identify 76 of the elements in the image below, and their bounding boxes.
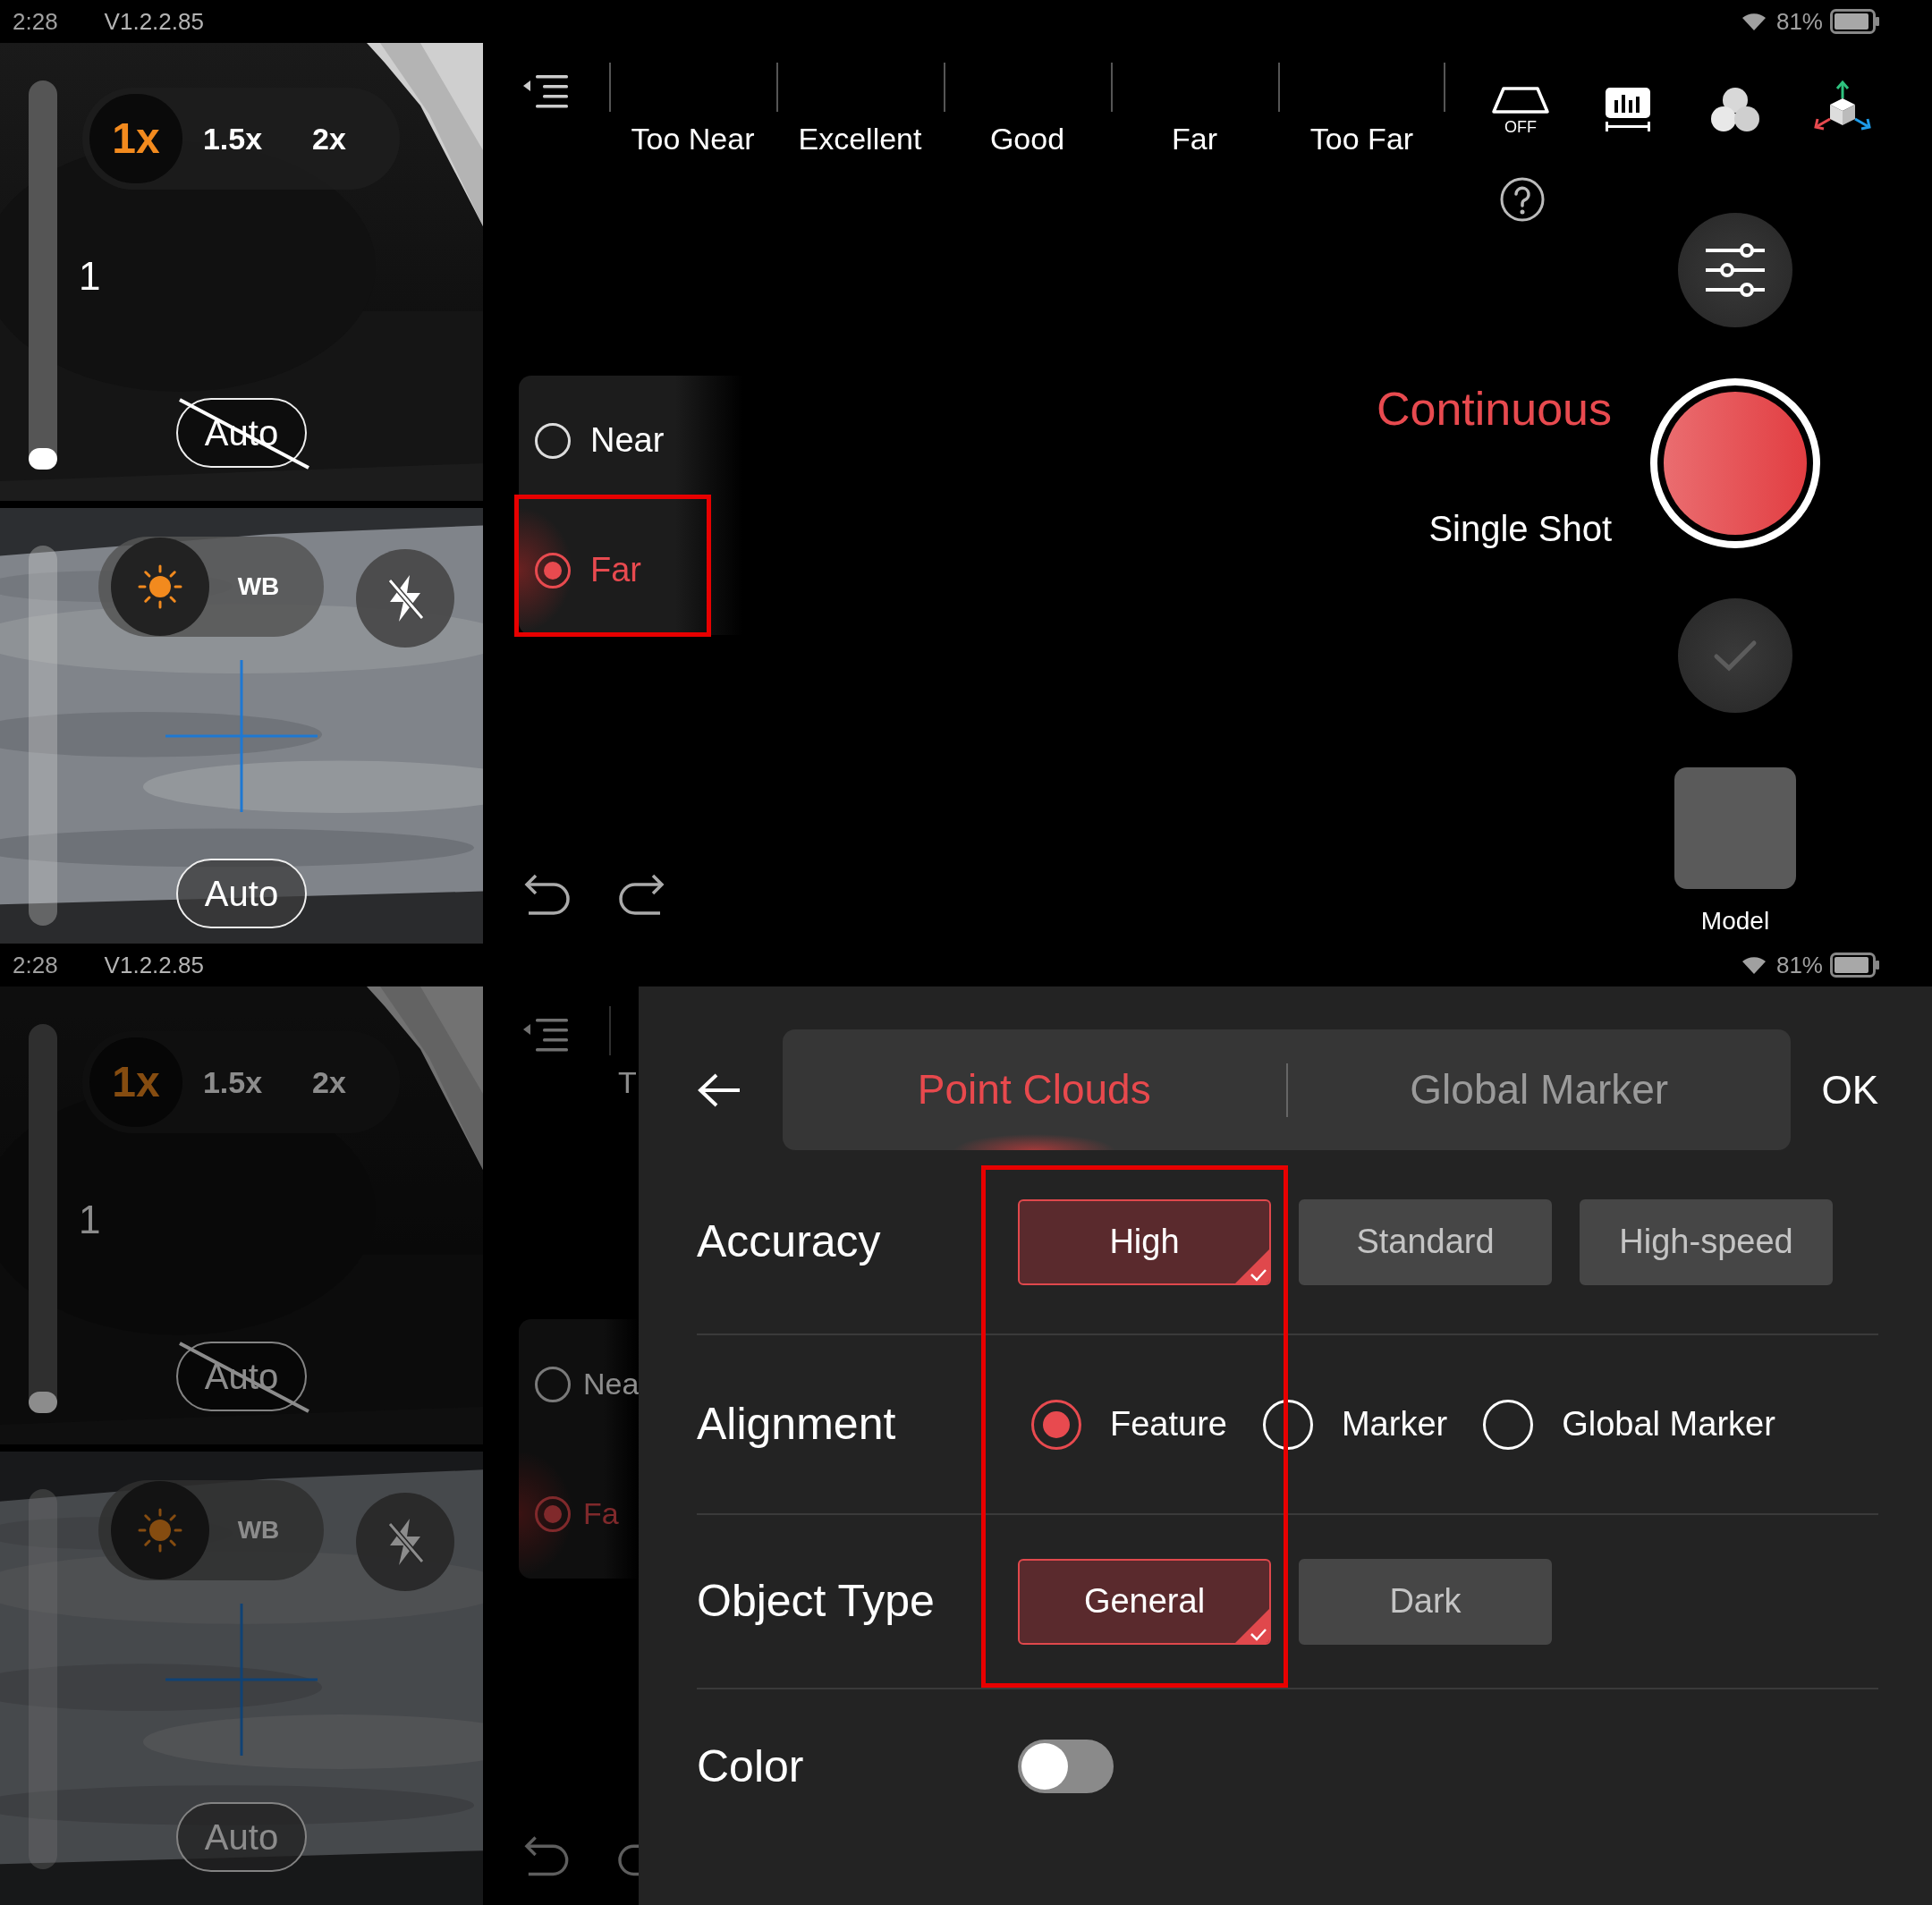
setting-label: Alignment	[697, 1398, 897, 1451]
zoom-value: 1	[79, 1197, 101, 1243]
ruler-icon[interactable]	[1604, 86, 1652, 132]
keystone-status: OFF	[1504, 118, 1537, 136]
option-label: Nea	[583, 1366, 639, 1402]
zoom-value: 1	[79, 253, 101, 300]
version-text: V1.2.2.85	[104, 6, 204, 37]
capture-mode[interactable]: Single Shot	[1428, 507, 1612, 550]
radio-label: Marker	[1341, 1404, 1448, 1444]
radio-button[interactable]	[1031, 1399, 1081, 1450]
slider-thumb[interactable]	[29, 1392, 57, 1413]
sliders-icon	[1704, 241, 1767, 299]
three-circles-icon[interactable]	[1709, 86, 1761, 134]
radio-label: Global Marker	[1562, 1404, 1775, 1444]
battery-icon	[1830, 952, 1880, 978]
wb-button[interactable]: WB	[209, 1481, 308, 1579]
battery-percent: 81%	[1775, 950, 1823, 980]
exposure-button[interactable]	[111, 1481, 209, 1579]
help-icon[interactable]	[1499, 176, 1546, 223]
wifi-icon	[1740, 11, 1767, 32]
zoom-option[interactable]: 1.5x	[186, 94, 279, 183]
settings-tab[interactable]: Global Marker	[1287, 1029, 1791, 1150]
distance-option[interactable]: Nea	[519, 1319, 639, 1449]
setting-label: Color	[697, 1740, 805, 1793]
sun-icon	[138, 564, 182, 609]
slider-thumb[interactable]	[29, 448, 57, 470]
zoom-slider[interactable]	[29, 80, 57, 470]
option-label: Fa	[583, 1495, 619, 1532]
zoom-option[interactable]: 1.5x	[186, 1037, 279, 1127]
distance-label: Good	[988, 121, 1066, 157]
crosshair-icon	[165, 1604, 318, 1756]
exposure-button[interactable]	[111, 538, 209, 636]
clock-time: 2:28	[13, 950, 58, 980]
zoom-slider[interactable]	[29, 1024, 57, 1413]
option-button[interactable]: Standard	[1299, 1198, 1552, 1285]
radio-option[interactable]: Feature	[1031, 1399, 1227, 1450]
undo-icon[interactable]	[523, 872, 570, 917]
model-thumbnail[interactable]	[1674, 767, 1796, 889]
crosshair-icon	[165, 660, 318, 812]
option-button[interactable]: High-speed	[1580, 1198, 1833, 1285]
distance-label: T	[617, 1064, 637, 1100]
wb-button[interactable]: WB	[209, 538, 308, 636]
battery-percent: 81%	[1775, 6, 1823, 37]
zoom-option[interactable]: 1x	[89, 94, 182, 183]
color-toggle[interactable]	[1018, 1740, 1114, 1793]
option-button[interactable]: High	[1018, 1198, 1271, 1285]
radio-button[interactable]	[535, 1495, 571, 1532]
radio-option[interactable]: Marker	[1262, 1399, 1448, 1450]
option-button[interactable]: General	[1018, 1558, 1271, 1645]
option-label: Near	[590, 420, 665, 461]
option-label: Far	[590, 550, 641, 590]
zoom-option[interactable]: 2x	[283, 94, 376, 183]
trapezoid-icon[interactable]	[1491, 86, 1550, 114]
capture-mode[interactable]: Continuous	[1376, 382, 1612, 436]
setting-label: Object Type	[697, 1575, 936, 1628]
setting-label: Accuracy	[697, 1215, 882, 1268]
radio-label: Feature	[1110, 1404, 1227, 1444]
ok-button[interactable]: OK	[1821, 1060, 1878, 1120]
zoom-option[interactable]: 2x	[283, 1037, 376, 1127]
radio-button[interactable]	[535, 552, 571, 588]
distance-option[interactable]: Near	[519, 376, 742, 505]
option-button[interactable]: Dark	[1299, 1558, 1552, 1645]
sun-icon	[138, 1508, 182, 1553]
redo-icon[interactable]	[619, 872, 665, 917]
collapse-menu-icon[interactable]	[523, 73, 570, 109]
version-text: V1.2.2.85	[104, 950, 204, 980]
battery-icon	[1830, 9, 1880, 34]
distance-label: Far	[1171, 121, 1218, 157]
model-label: Model	[1700, 906, 1770, 936]
distance-label: Too Near	[630, 121, 756, 157]
clock-time: 2:28	[13, 6, 58, 37]
distance-label: Too Far	[1309, 121, 1415, 157]
check-icon	[1713, 639, 1758, 673]
distance-label: Excellent	[797, 121, 923, 157]
wifi-icon	[1740, 954, 1767, 976]
radio-option[interactable]: Global Marker	[1483, 1399, 1775, 1450]
